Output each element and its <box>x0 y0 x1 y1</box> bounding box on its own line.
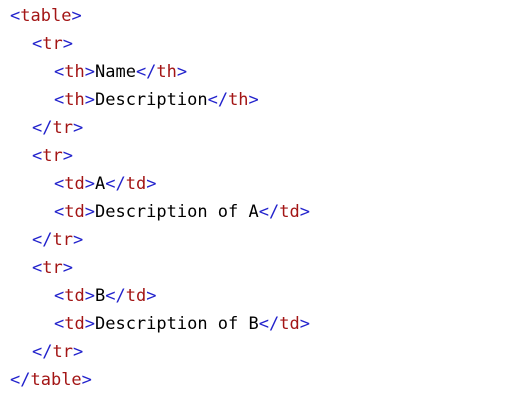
tag-name: td <box>64 174 85 194</box>
code-line-td: <td>A</td> <box>54 170 156 198</box>
close-angle: > <box>84 202 95 222</box>
tag-name: tr <box>52 342 73 362</box>
code-line-tr-close: </tr> <box>32 338 83 366</box>
tag-name: td <box>64 286 85 306</box>
tag-name: tr <box>52 230 73 250</box>
open-angle: < <box>54 314 65 334</box>
open-angle: < <box>32 34 43 54</box>
open-angle-slash: </ <box>258 202 280 222</box>
tag-name: th <box>64 90 85 110</box>
tag-name: td <box>64 202 85 222</box>
open-angle-slash: </ <box>32 342 53 362</box>
close-angle: > <box>146 174 157 194</box>
code-line-tr-open: <tr> <box>32 254 73 282</box>
close-angle: > <box>71 6 82 26</box>
open-angle: < <box>54 174 65 194</box>
open-angle-slash: </ <box>207 90 229 110</box>
cell-text: Description <box>94 90 208 110</box>
open-angle-slash: </ <box>32 230 53 250</box>
open-angle-slash: </ <box>258 314 280 334</box>
close-angle: > <box>299 202 310 222</box>
code-line-tr-open: <tr> <box>32 30 73 58</box>
tag-name: td <box>125 174 147 194</box>
close-angle: > <box>72 118 84 138</box>
tag-name: tr <box>52 118 73 138</box>
open-angle: < <box>54 202 65 222</box>
code-line-tr-close: </tr> <box>32 226 83 254</box>
code-line-td: <td>Description of B</td> <box>54 310 310 338</box>
tag-name: th <box>228 90 249 110</box>
code-line-table-close: </table> <box>10 366 92 394</box>
code-line-th: <th>Description</th> <box>54 86 259 114</box>
close-angle: > <box>176 62 188 82</box>
open-angle: < <box>32 258 43 278</box>
code-view: <table> <tr> <th>Name</th> <th>Descripti… <box>0 0 514 400</box>
close-angle: > <box>62 258 73 278</box>
code-line-td: <td>Description of A</td> <box>54 198 310 226</box>
open-angle: < <box>54 286 65 306</box>
close-angle: > <box>81 370 92 390</box>
code-line-table-open: <table> <box>10 2 82 30</box>
tag-name: th <box>156 62 177 82</box>
close-angle: > <box>72 342 84 362</box>
close-angle: > <box>84 62 95 82</box>
open-angle-slash: </ <box>10 370 31 390</box>
tag-name: th <box>64 62 85 82</box>
close-angle: > <box>62 34 73 54</box>
close-angle: > <box>248 90 259 110</box>
open-angle-slash: </ <box>105 286 126 306</box>
open-angle: < <box>54 62 65 82</box>
tag-name: td <box>125 286 147 306</box>
close-angle: > <box>62 146 73 166</box>
cell-text: Description of A <box>94 202 259 222</box>
tag-name: tr <box>42 34 63 54</box>
tag-name: tr <box>42 258 63 278</box>
close-angle: > <box>84 286 95 306</box>
tag-name: table <box>20 6 72 26</box>
open-angle: < <box>32 146 43 166</box>
tag-name: td <box>279 314 300 334</box>
open-angle: < <box>10 6 21 26</box>
open-angle-slash: </ <box>135 62 157 82</box>
open-angle-slash: </ <box>105 174 126 194</box>
cell-text: B <box>94 286 106 306</box>
close-angle: > <box>72 230 84 250</box>
tag-name: table <box>30 370 82 390</box>
cell-text: Description of B <box>94 314 259 334</box>
close-angle: > <box>84 314 95 334</box>
tag-name: td <box>64 314 85 334</box>
cell-text: Name <box>94 62 136 82</box>
tag-name: tr <box>42 146 63 166</box>
close-angle: > <box>84 90 95 110</box>
code-line-th: <th>Name</th> <box>54 58 187 86</box>
open-angle-slash: </ <box>32 118 53 138</box>
cell-text: A <box>94 174 106 194</box>
code-line-td: <td>B</td> <box>54 282 156 310</box>
close-angle: > <box>84 174 95 194</box>
open-angle: < <box>54 90 65 110</box>
tag-name: td <box>279 202 300 222</box>
close-angle: > <box>146 286 157 306</box>
close-angle: > <box>299 314 310 334</box>
code-line-tr-open: <tr> <box>32 142 73 170</box>
code-line-tr-close: </tr> <box>32 114 83 142</box>
